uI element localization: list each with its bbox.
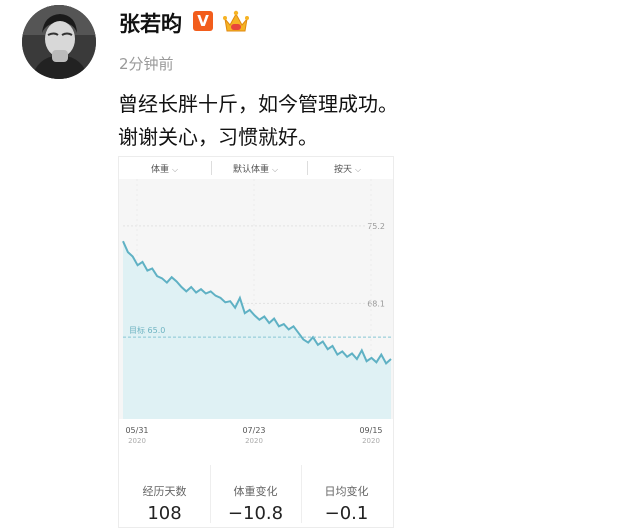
post-text-line2: 谢谢关心，习惯就好。 [118,125,318,149]
tab-weight[interactable]: 体重 ⌵ [151,162,178,175]
avatar-portrait [22,5,96,79]
x-tick-label: 05/31 [125,426,148,435]
stat-daily-change: 日均变化 −0.1 [324,485,369,524]
author-name[interactable]: 张若昀 [119,8,182,38]
x-tick-label: 09/15 [359,426,382,435]
x-tick-label: 07/23 [242,426,265,435]
stat-days: 经历天数 108 [142,485,187,524]
chevron-down-icon: ⌵ [272,165,279,174]
avatar[interactable] [22,5,96,79]
y-tick-label: 68.1 [367,299,385,308]
chevron-down-icon: ⌵ [355,165,362,174]
post-time: 2分钟前 [119,55,174,73]
chart-area: 75.268.161.0目标 65.005/31202007/23202009/… [119,157,393,450]
y-tick-label: 75.2 [367,222,385,231]
x-tick-year: 2020 [362,437,380,445]
target-label: 目标 65.0 [129,325,165,335]
x-tick-year: 2020 [245,437,263,445]
x-tick-year: 2020 [128,437,146,445]
post-text-line1: 曾经长胖十斤，如今管理成功。 [118,92,398,116]
chevron-down-icon: ⌵ [172,165,179,174]
weight-chart-card[interactable]: 75.268.161.0目标 65.005/31202007/23202009/… [118,156,394,528]
stats-row: 经历天数 108 体重变化 −10.8 日均变化 −0.1 [119,453,393,527]
chart-tabs: 体重 ⌵ 默认体重 ⌵ 按天 ⌵ [119,157,393,179]
stat-weight-change: 体重变化 −10.8 [227,485,284,524]
tab-by-day[interactable]: 按天 ⌵ [334,162,361,175]
crown-icon [223,10,249,32]
verified-v-icon: V [193,11,213,31]
tab-default-weight[interactable]: 默认体重 ⌵ [233,162,278,175]
weight-line-chart: 75.268.161.0目标 65.005/31202007/23202009/… [119,179,393,450]
